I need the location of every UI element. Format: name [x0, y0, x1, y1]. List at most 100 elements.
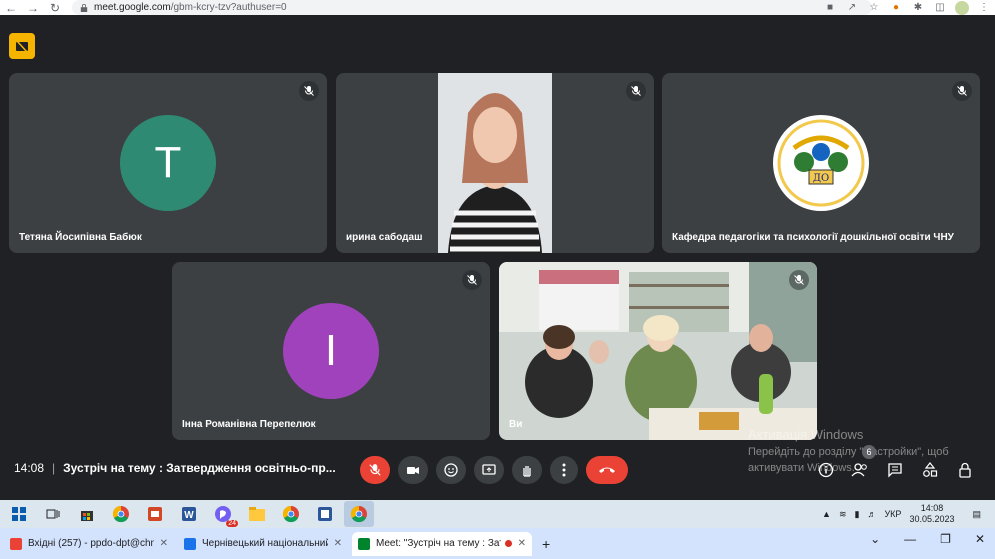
activities-icon[interactable]: [918, 458, 942, 482]
camera-permission-icon[interactable]: ■: [823, 1, 837, 15]
mail-app-icon[interactable]: [140, 501, 170, 527]
tab-meet[interactable]: Meet: "Зустріч на тему : Зат ✕: [352, 531, 532, 556]
gmail-icon: [10, 537, 22, 550]
maximize-icon[interactable]: ❐: [940, 532, 951, 546]
participant-video: [438, 73, 552, 253]
self-video: [499, 262, 817, 440]
mic-muted-icon: [299, 81, 319, 101]
tab-label: Чернівецький національний ун: [202, 538, 328, 549]
taskbar-clock[interactable]: 14:08 30.05.2023: [909, 503, 954, 525]
volume-icon[interactable]: ♬: [867, 509, 876, 519]
url-path: /gbm-kcry-tzv?authuser=0: [170, 2, 287, 13]
clock-time: 14:08: [920, 503, 944, 513]
viber-unread-badge: 24: [226, 520, 238, 527]
meeting-details-icon[interactable]: [814, 458, 838, 482]
department-logo: ДО: [773, 115, 869, 211]
windows-start-icon[interactable]: [4, 501, 34, 527]
word-doc-icon[interactable]: [310, 501, 340, 527]
logo-letters: ДО: [813, 173, 829, 184]
minimize-icon[interactable]: —: [904, 532, 916, 546]
store-icon[interactable]: [72, 501, 102, 527]
participant-tile[interactable]: ирина сабодаш: [336, 73, 654, 253]
present-screen-button[interactable]: [474, 456, 504, 484]
tab-gmail[interactable]: Вхідні (257) - ppdo-dpt@chnu.e ✕: [4, 532, 174, 556]
svg-text:W: W: [184, 510, 194, 521]
screen: ← → ↻ meet.google.com /gbm-kcry-tzv?auth…: [0, 0, 995, 559]
leave-call-button[interactable]: [586, 456, 628, 484]
participant-name: ирина сабодаш: [346, 232, 423, 243]
participants-count-badge: 6: [862, 445, 876, 459]
host-controls-lock-icon[interactable]: [953, 458, 977, 482]
raise-hand-button[interactable]: [512, 456, 542, 484]
tab-label: Meet: "Зустріч на тему : Зат: [376, 538, 501, 549]
watermark-line: Перейдіть до розділу "Настройки", щоб: [748, 446, 949, 458]
participant-tile[interactable]: T Тетяна Йосипівна Бабюк: [9, 73, 327, 253]
present-icon: [482, 464, 496, 475]
mic-toggle-button[interactable]: [360, 456, 390, 484]
meet-icon: [358, 537, 370, 550]
more-options-button[interactable]: [550, 456, 578, 484]
chrome-window-icon[interactable]: [276, 501, 306, 527]
camera-icon: [407, 467, 419, 474]
mic-off-icon: [369, 464, 381, 476]
recording-dot-icon: [504, 540, 512, 547]
url-field[interactable]: meet.google.com /gbm-kcry-tzv?authuser=0: [72, 0, 872, 15]
extension-icon[interactable]: ●: [889, 1, 903, 15]
battery-icon[interactable]: ▮: [855, 509, 860, 520]
more-vertical-icon: [562, 463, 566, 477]
tab-university[interactable]: Чернівецький національний ун ✕: [178, 532, 348, 556]
wifi-icon[interactable]: ≋: [839, 509, 847, 520]
hangup-icon: [599, 467, 615, 473]
reactions-button[interactable]: [436, 456, 466, 484]
tab-close-icon[interactable]: ✕: [518, 538, 526, 549]
system-tray: ▲ ≋ ▮ ♬ УКР 14:08 30.05.2023 ▤: [822, 500, 995, 528]
participant-tile[interactable]: I Інна Романівна Перепелюк: [172, 262, 490, 440]
watermark-title: Активація Windows: [748, 427, 864, 442]
participant-name: Кафедра педагогіки та психології дошкіль…: [672, 232, 954, 243]
viber-icon[interactable]: 24: [208, 501, 238, 527]
profile-avatar[interactable]: [955, 0, 969, 15]
tab-close-icon[interactable]: ✕: [160, 538, 168, 549]
forward-icon[interactable]: →: [22, 0, 44, 15]
recording-badge-icon[interactable]: [9, 33, 35, 59]
share-icon[interactable]: ↗: [845, 1, 859, 15]
participant-tile[interactable]: ДО Кафедра педагогіки та психології дошк…: [662, 73, 980, 253]
word-icon[interactable]: W: [174, 501, 204, 527]
tab-label: Вхідні (257) - ppdo-dpt@chnu.e: [28, 538, 154, 549]
chat-icon[interactable]: [883, 458, 907, 482]
new-tab-button[interactable]: +: [536, 532, 556, 556]
people-icon[interactable]: [848, 458, 872, 482]
close-window-icon[interactable]: ✕: [975, 532, 985, 546]
file-explorer-icon[interactable]: [242, 501, 272, 527]
emoji-icon: [444, 463, 458, 477]
meet-stage: T Тетяна Йосипівна Бабюк ирина сабодаш Д…: [0, 15, 995, 500]
avatar: I: [283, 303, 379, 399]
notifications-icon[interactable]: ▤: [972, 509, 981, 520]
tab-search-icon[interactable]: ⌄: [870, 532, 880, 546]
side-panel-icon[interactable]: ◫: [933, 1, 947, 15]
participant-tile-self[interactable]: Ви: [499, 262, 817, 440]
lock-icon: [80, 3, 88, 12]
separator: |: [52, 461, 56, 475]
window-controls: ⌄ — ❐ ✕: [870, 532, 985, 546]
mic-muted-icon: [626, 81, 646, 101]
back-icon[interactable]: ←: [0, 0, 22, 15]
camera-toggle-button[interactable]: [398, 456, 428, 484]
meeting-info: 14:08 | Зустріч на тему : Затвердження о…: [14, 461, 336, 475]
bookmark-star-icon[interactable]: ☆: [867, 1, 881, 15]
chrome-icon[interactable]: [106, 501, 136, 527]
tray-overflow-icon[interactable]: ▲: [822, 509, 831, 519]
extensions-puzzle-icon[interactable]: ✱: [911, 1, 925, 15]
meeting-time: 14:08: [14, 461, 45, 475]
browser-tab-strip: Вхідні (257) - ppdo-dpt@chnu.e ✕ Черніве…: [0, 528, 995, 559]
input-language[interactable]: УКР: [884, 509, 901, 519]
chrome-active-window-icon[interactable]: [344, 501, 374, 527]
avatar-letter: I: [324, 326, 338, 375]
participant-name: Тетяна Йосипівна Бабюк: [19, 232, 142, 243]
task-view-icon[interactable]: [38, 501, 68, 527]
site-favicon-icon: [184, 537, 196, 550]
tab-close-icon[interactable]: ✕: [334, 538, 342, 549]
mic-muted-icon: [462, 270, 482, 290]
browser-menu-icon[interactable]: ⋮: [977, 1, 991, 15]
reload-icon[interactable]: ↻: [44, 0, 66, 15]
